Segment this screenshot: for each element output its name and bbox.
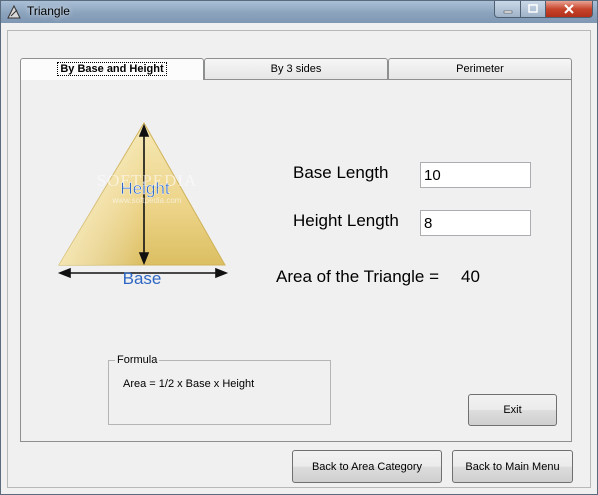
maximize-button[interactable] — [520, 1, 546, 18]
window-title: Triangle — [27, 4, 70, 18]
triangle-app-icon — [7, 4, 21, 19]
back-to-main-menu-button[interactable]: Back to Main Menu — [452, 450, 573, 483]
height-length-label: Height Length — [293, 211, 399, 230]
tab-label: By Base and Height — [57, 62, 167, 76]
triangle-diagram: SOFTPEDIA www.softpedia.com Height Base — [57, 122, 229, 288]
close-button[interactable] — [545, 1, 593, 18]
tab-by-3-sides[interactable]: By 3 sides — [204, 58, 388, 79]
tab-perimeter[interactable]: Perimeter — [388, 58, 572, 79]
area-result-label: Area of the Triangle = — [276, 267, 440, 286]
base-length-label: Base Length — [293, 163, 389, 182]
minimize-icon — [503, 10, 512, 14]
height-length-input[interactable] — [420, 210, 531, 236]
base-label: Base — [123, 269, 162, 288]
minimize-button[interactable] — [494, 1, 521, 18]
maximize-icon — [528, 4, 538, 13]
height-label: Height — [120, 179, 169, 198]
formula-legend: Formula — [115, 354, 160, 366]
area-result-value: 40 — [461, 267, 480, 286]
formula-groupbox — [108, 360, 331, 425]
tab-by-base-and-height[interactable]: By Base and Height — [20, 58, 204, 80]
exit-button[interactable]: Exit — [468, 394, 557, 426]
tab-label: By 3 sides — [270, 63, 322, 75]
back-to-area-category-button[interactable]: Back to Area Category — [292, 450, 442, 483]
app-window: Triangle By Base and Height By 3 sides P… — [0, 0, 598, 495]
close-icon — [564, 4, 574, 14]
formula-text: Area = 1/2 x Base x Height — [123, 378, 255, 390]
base-length-input[interactable] — [420, 162, 531, 188]
tab-label: Perimeter — [456, 63, 504, 75]
title-bar[interactable]: Triangle — [1, 1, 597, 23]
